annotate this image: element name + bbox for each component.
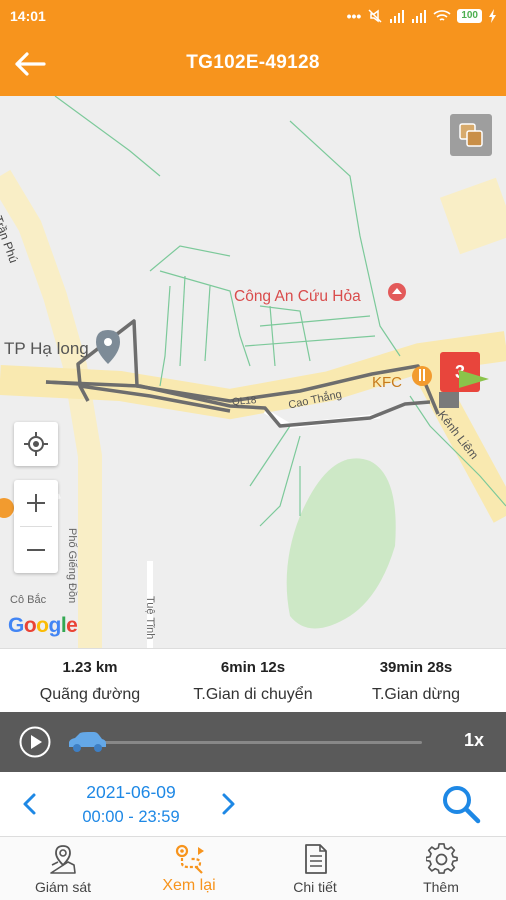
car-slider-icon[interactable] [66, 729, 108, 755]
stat-distance-value: 1.23 km [62, 659, 118, 676]
date-range-bar: 2021-06-09 00:00 - 23:59 [0, 772, 506, 836]
stat-stopped-label: T.Gian dừng [371, 686, 461, 703]
dots-icon: ••• [346, 8, 362, 24]
stat-moving-value: 6min 12s [220, 659, 286, 676]
map-pin-icon [50, 845, 76, 874]
battery-icon: 100 [457, 9, 482, 23]
trip-stats: 1.23 km Quãng đường 6min 12s T.Gian di c… [0, 648, 506, 712]
status-bar: 14:01 ••• 100 [0, 0, 506, 32]
stat-moving-time: 6min 12s T.Gian di chuyển [169, 649, 337, 704]
page-title: TG102E-49128 [186, 52, 320, 73]
route-icon [175, 844, 204, 874]
play-button[interactable] [18, 725, 52, 759]
street-label-pho-giang-don: Phố Giếng Đồn [66, 528, 78, 604]
minus-icon [27, 549, 45, 551]
document-icon [305, 844, 327, 874]
google-logo-letter: o [36, 614, 49, 637]
tab-label-giam-sat: Giám sát [34, 879, 91, 895]
start-flag-icon[interactable] [437, 366, 497, 412]
google-logo-letter: o [23, 614, 37, 637]
stat-distance: 1.23 km Quãng đường [6, 649, 174, 704]
layers-button[interactable] [450, 114, 492, 156]
place-label-kfc: KFC [372, 374, 402, 391]
date-day[interactable]: 2021-06-09 [72, 782, 190, 803]
location-target-icon [24, 432, 48, 456]
signal-icon [390, 10, 405, 23]
date-time-range[interactable]: 00:00 - 23:59 [72, 808, 190, 827]
zoom-controls [14, 480, 58, 573]
zoom-in-button[interactable] [14, 480, 58, 526]
playback-track[interactable] [100, 741, 422, 744]
google-logo-letter: g [48, 614, 62, 637]
poi-ha-long-marker[interactable] [96, 330, 120, 364]
app-bar: TG102E-49128 [0, 32, 506, 96]
stat-stopped-time: 39min 28s T.Gian dừng [332, 649, 500, 704]
google-logo-letter: e [66, 614, 78, 637]
wifi-icon [433, 10, 451, 21]
stat-distance-label: Quãng đường [39, 686, 141, 703]
poi-kfc-marker[interactable] [412, 366, 432, 386]
place-label-co-bac: Cô Bắc [10, 594, 47, 606]
google-logo-letter: G [8, 614, 24, 637]
gear-icon [426, 843, 458, 874]
street-label-tue-tinh: Tuệ Tĩnh [144, 596, 156, 640]
place-label-cong-an: Công An Cứu Hỏa [234, 288, 361, 305]
layers-icon [459, 123, 483, 147]
street-label-ql18: QL18 [231, 395, 257, 408]
bottom-tab-bar: Giám sát Xem lại Chi tiết Thêm [0, 836, 506, 900]
playback-bar: 1x [0, 712, 506, 772]
plus-icon [27, 494, 45, 512]
mute-icon [368, 9, 382, 23]
tab-xem-lai[interactable]: Xem lại [126, 837, 252, 900]
chevron-left-icon[interactable] [18, 792, 42, 816]
tab-chi-tiet[interactable]: Chi tiết [252, 837, 378, 900]
stat-moving-label: T.Gian di chuyển [193, 686, 313, 703]
tab-label-xem-lai: Xem lại [162, 877, 216, 894]
stat-stopped-value: 39min 28s [379, 659, 453, 676]
status-icons: ••• 100 [347, 8, 498, 24]
tab-label-them: Thêm [423, 879, 459, 895]
charging-icon [489, 9, 496, 23]
tab-them[interactable]: Thêm [378, 837, 504, 900]
playback-speed[interactable]: 1x [464, 730, 484, 751]
status-time: 14:01 [10, 8, 46, 24]
my-location-button[interactable] [14, 422, 58, 466]
map-view[interactable]: Trần Phú TP Hạ long Công An Cứu Hỏa KFC … [0, 96, 506, 648]
place-label-tp-ha-long: TP Hạ long [4, 339, 89, 358]
zoom-out-button[interactable] [14, 527, 58, 573]
poi-police-marker[interactable] [388, 283, 406, 301]
tab-label-chi-tiet: Chi tiết [293, 879, 337, 895]
google-logo: Google [8, 614, 78, 638]
tab-giam-sat[interactable]: Giám sát [0, 837, 126, 900]
search-icon[interactable] [440, 783, 482, 825]
chevron-right-icon[interactable] [216, 792, 240, 816]
signal-icon-2 [412, 10, 427, 23]
